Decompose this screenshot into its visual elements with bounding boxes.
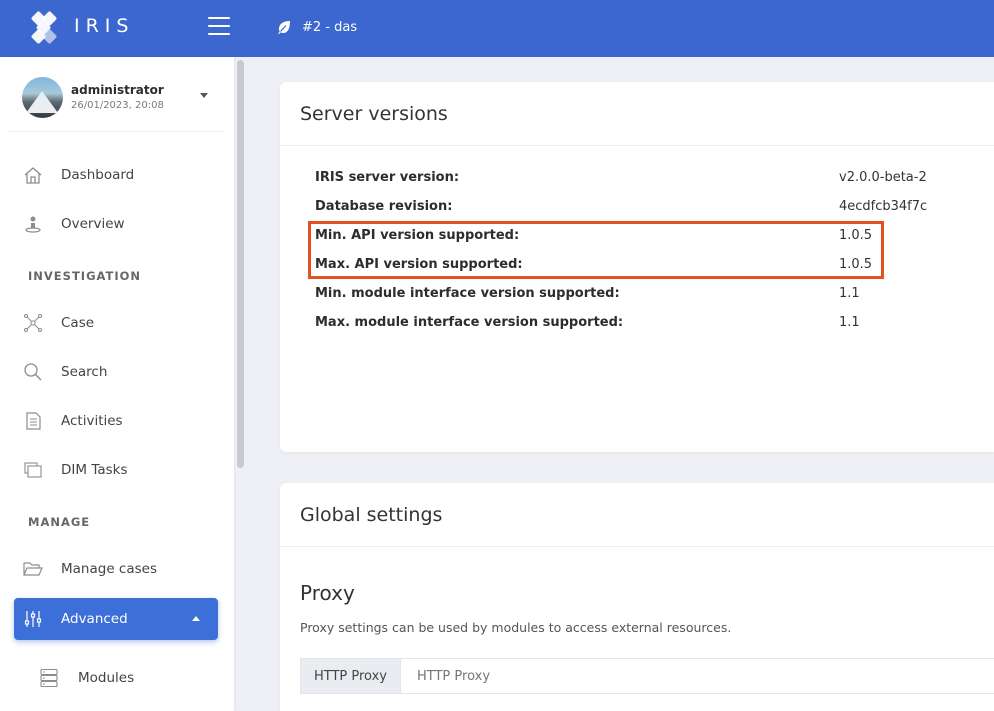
- chevron-down-icon[interactable]: [200, 93, 208, 98]
- menu-toggle-icon[interactable]: [208, 17, 230, 35]
- sidebar-item-overview[interactable]: Overview: [14, 204, 218, 244]
- avatar: [22, 77, 63, 118]
- http-proxy-field-group: HTTP Proxy: [300, 658, 994, 694]
- sidebar-item-label: Modules: [78, 670, 135, 686]
- section-investigation: INVESTIGATION: [28, 269, 142, 283]
- sliders-icon: [22, 608, 44, 630]
- sidebar-item-label: Advanced: [61, 611, 128, 627]
- proxy-heading: Proxy: [300, 581, 355, 605]
- case-label: #2 - das: [302, 19, 358, 35]
- server-versions-card: Server versions IRIS server version: v2.…: [280, 82, 994, 452]
- sidebar-item-activities[interactable]: Activities: [14, 401, 218, 441]
- stacked-windows-icon: [22, 459, 44, 481]
- document-list-icon: [22, 410, 44, 432]
- sidebar-item-search[interactable]: Search: [14, 352, 218, 392]
- http-proxy-input[interactable]: [401, 659, 994, 693]
- sidebar-item-manage-cases[interactable]: Manage cases: [14, 549, 218, 589]
- network-icon: [22, 312, 44, 334]
- user-name: administrator: [71, 83, 164, 97]
- version-label: IRIS server version:: [315, 170, 460, 185]
- sidebar-item-label: Search: [61, 364, 108, 380]
- current-case-link[interactable]: #2 - das: [276, 19, 357, 35]
- sidebar-item-label: Overview: [61, 216, 125, 232]
- version-label: Max. module interface version supported:: [315, 315, 624, 330]
- logo-hexagons-icon: [30, 10, 60, 45]
- version-label: Database revision:: [315, 199, 453, 214]
- section-manage: MANAGE: [28, 515, 91, 529]
- proxy-description: Proxy settings can be used by modules to…: [300, 620, 732, 635]
- sidebar-item-label: Manage cases: [61, 561, 157, 577]
- user-menu[interactable]: administrator 26/01/2023, 20:08: [22, 77, 222, 132]
- folder-open-icon: [22, 558, 44, 580]
- sidebar-item-label: DIM Tasks: [61, 462, 128, 478]
- sidebar: administrator 26/01/2023, 20:08 Dashboar…: [0, 57, 234, 711]
- sidebar-item-label: Activities: [61, 413, 123, 429]
- version-value: 4ecdfcb34f7c: [839, 199, 928, 214]
- iris-logo[interactable]: IRIS: [30, 10, 135, 45]
- sidebar-item-advanced[interactable]: Advanced: [14, 598, 218, 640]
- sidebar-item-label: Case: [61, 315, 95, 331]
- server-stack-icon: [38, 667, 60, 689]
- sidebar-item-case[interactable]: Case: [14, 303, 218, 343]
- global-settings-card: Global settings Proxy Proxy settings can…: [280, 483, 994, 711]
- sidebar-item-modules[interactable]: Modules: [36, 658, 216, 698]
- version-row: Min. module interface version supported:…: [315, 279, 935, 308]
- version-value: 1.1: [839, 286, 860, 301]
- card-title: Global settings: [280, 483, 994, 547]
- home-icon: [22, 164, 44, 186]
- search-icon: [22, 361, 44, 383]
- http-proxy-label: HTTP Proxy: [301, 659, 401, 693]
- sidebar-item-dashboard[interactable]: Dashboard: [14, 155, 218, 195]
- sidebar-item-label: Dashboard: [61, 167, 135, 183]
- version-row: Database revision: 4ecdfcb34f7c: [315, 192, 935, 221]
- leaf-icon: [278, 21, 290, 34]
- version-value: 1.1: [839, 315, 860, 330]
- top-bar: IRIS #2 - das: [0, 0, 994, 57]
- user-datetime: 26/01/2023, 20:08: [71, 100, 164, 111]
- card-title: Server versions: [280, 82, 994, 146]
- chevron-up-icon: [192, 616, 200, 621]
- person-pin-icon: [22, 213, 44, 235]
- divider: [8, 131, 223, 132]
- sidebar-scrollbar[interactable]: [237, 60, 244, 468]
- api-version-highlight-box: [308, 221, 884, 279]
- sidebar-item-dim-tasks[interactable]: DIM Tasks: [14, 450, 218, 490]
- version-label: Min. module interface version supported:: [315, 286, 620, 301]
- version-row: IRIS server version: v2.0.0-beta-2: [315, 163, 935, 192]
- version-value: v2.0.0-beta-2: [839, 170, 927, 185]
- logo-text: IRIS: [74, 15, 135, 37]
- version-row: Max. module interface version supported:…: [315, 308, 935, 337]
